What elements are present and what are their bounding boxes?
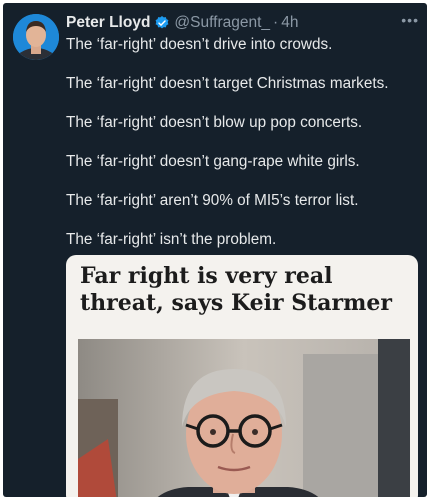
article-photo bbox=[78, 339, 410, 497]
author-handle[interactable]: @Suffragent_ bbox=[174, 14, 270, 32]
avatar[interactable] bbox=[13, 14, 59, 60]
tweet-text-line: The ‘far-right’ doesn’t gang-rape white … bbox=[66, 153, 360, 170]
tweet-text-line: The ‘far-right’ aren’t 90% of MI5’s terr… bbox=[66, 192, 359, 209]
tweet-text-line: The ‘far-right’ isn’t the problem. bbox=[66, 231, 277, 248]
tweet[interactable]: Peter Lloyd @Suffragent_ · 4h ••• The ‘f… bbox=[3, 3, 427, 497]
author-name[interactable]: Peter Lloyd bbox=[66, 14, 150, 32]
tweet-time[interactable]: 4h bbox=[281, 14, 298, 32]
tweet-text-line: The ‘far-right’ doesn’t target Christmas… bbox=[66, 75, 389, 92]
separator-dot: · bbox=[273, 14, 279, 31]
tweet-text-line: The ‘far-right’ doesn’t blow up pop conc… bbox=[66, 114, 363, 131]
article-headline: Far right is very real threat, says Keir… bbox=[80, 263, 392, 316]
tweet-header: Peter Lloyd @Suffragent_ · 4h ••• bbox=[66, 12, 419, 34]
avatar-portrait bbox=[13, 14, 59, 60]
article-photo-image bbox=[78, 339, 410, 497]
embedded-article-card[interactable]: Far right is very real threat, says Keir… bbox=[66, 255, 418, 497]
tweet-text-line: The ‘far-right’ doesn’t drive into crowd… bbox=[66, 36, 333, 53]
more-horizontal-icon[interactable]: ••• bbox=[401, 12, 419, 28]
verified-badge-icon bbox=[154, 15, 170, 31]
